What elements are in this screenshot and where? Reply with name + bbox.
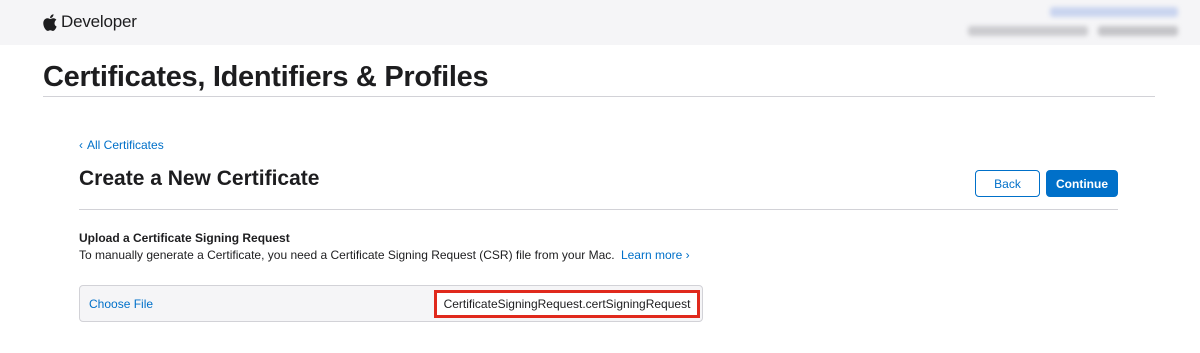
redacted-account-id (1098, 26, 1178, 36)
page-title: Certificates, Identifiers & Profiles (43, 61, 489, 93)
upload-description-text: To manually generate a Certificate, you … (79, 248, 615, 262)
continue-button[interactable]: Continue (1046, 170, 1118, 197)
chevron-left-icon: ‹ (79, 138, 83, 152)
brand-text: Developer (61, 12, 137, 31)
section-title: Create a New Certificate (79, 167, 320, 190)
section-divider (79, 209, 1118, 210)
all-certificates-link[interactable]: ‹ All Certificates (79, 138, 164, 152)
upload-description: To manually generate a Certificate, you … (79, 248, 690, 262)
redacted-account-team (968, 26, 1088, 36)
developer-home-link[interactable]: Developer (43, 11, 137, 33)
title-divider (43, 96, 1155, 97)
account-info-redacted[interactable] (940, 0, 1200, 45)
back-button[interactable]: Back (975, 170, 1040, 197)
back-link-label: All Certificates (87, 138, 164, 152)
learn-more-link[interactable]: Learn more › (621, 248, 690, 262)
redacted-account-name (1050, 7, 1178, 17)
apple-logo-icon (43, 13, 57, 31)
upload-heading: Upload a Certificate Signing Request (79, 231, 290, 245)
selected-file-name: CertificateSigningRequest.certSigningReq… (434, 290, 700, 318)
choose-file-button[interactable]: Choose File (89, 297, 153, 311)
file-upload-field[interactable]: Choose File CertificateSigningRequest.ce… (79, 285, 703, 322)
global-header: Developer (0, 0, 1200, 45)
